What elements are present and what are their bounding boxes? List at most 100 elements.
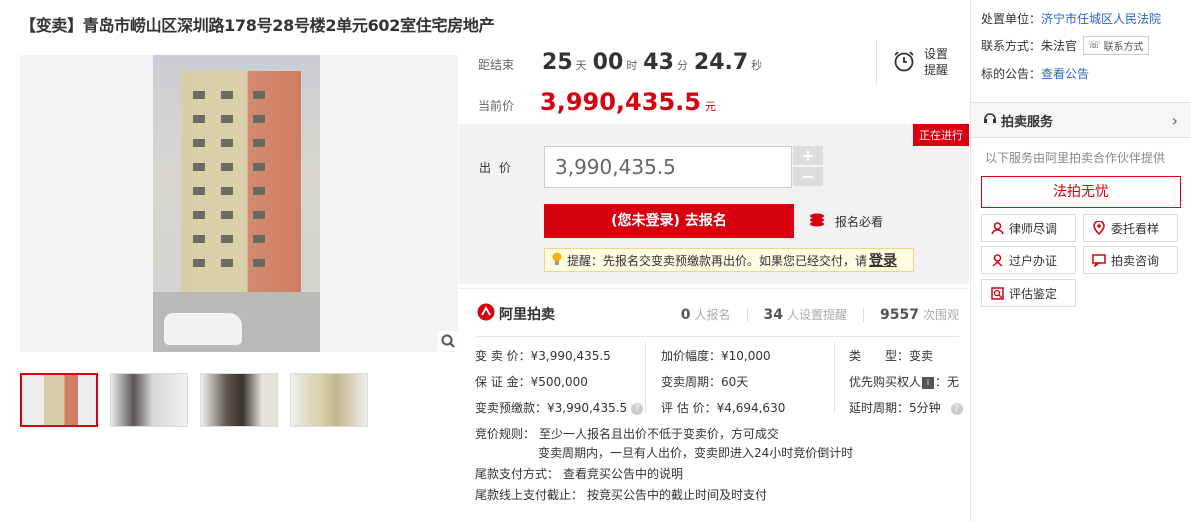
view-count-label: 次围观	[922, 308, 959, 322]
chevron-right-icon: ›	[1171, 110, 1178, 130]
help-icon[interactable]: ?	[950, 402, 963, 415]
countdown-seconds: 24.7	[693, 50, 749, 75]
priority-value: ：无	[935, 375, 960, 389]
brand-name: 阿里拍卖	[499, 307, 555, 323]
appraisal-icon	[990, 286, 1004, 300]
notice-link[interactable]: 查看公告	[1041, 65, 1089, 82]
page-title: 【变卖】青岛市崂山区深圳路178号28号楼2单元602室住宅房地产	[20, 16, 495, 35]
lightbulb-icon	[551, 252, 563, 269]
disposal-link[interactable]: 济宁市任城区人民法院	[1041, 10, 1161, 27]
info-box-icon: i	[922, 376, 935, 389]
increment: 加价幅度：¥10,000	[661, 349, 771, 363]
days-unit: 天	[575, 59, 587, 72]
current-price: 当前价 3,990,435.5 元	[478, 88, 716, 116]
contact-label: 联系方式：	[981, 39, 1042, 53]
countdown: 距结束 25 天 00 时 43 分 24.7 秒	[478, 50, 768, 75]
service-appraisal-label: 评估鉴定	[1009, 286, 1058, 301]
main-photo[interactable]	[20, 55, 458, 352]
reminder-label: 设置提醒	[924, 47, 949, 77]
service-viewing[interactable]: 委托看样	[1083, 214, 1178, 242]
login-link[interactable]: 登录	[869, 250, 897, 270]
seconds-unit: 秒	[751, 59, 763, 72]
status-badge: 正在进行	[913, 124, 969, 146]
alarm-clock-icon	[892, 49, 916, 76]
ali-auction-logo-icon	[477, 303, 495, 325]
tip-text: 提醒：先报名交变卖预缴款再出价。如果您已经交付，请	[567, 253, 868, 268]
countdown-minutes: 43	[643, 50, 674, 75]
thumbnail-1[interactable]	[20, 373, 98, 427]
service-lawyer[interactable]: 律师尽调	[981, 214, 1076, 242]
countdown-hours: 00	[592, 50, 624, 75]
signup-button[interactable]: (您未登录) 去报名	[544, 204, 794, 238]
prepay-text: 变卖预缴款：¥3,990,435.5	[475, 401, 628, 415]
stats: 0 人报名 34 人设置提醒 9557 次围观	[681, 306, 959, 323]
countdown-label: 距结束	[478, 58, 515, 72]
thumbnail-2[interactable]	[110, 373, 188, 427]
prepay: 变卖预缴款：¥3,990,435.5?	[475, 399, 644, 416]
service-header[interactable]: 拍卖服务 ›	[971, 102, 1191, 138]
chat-icon	[1092, 253, 1106, 267]
bid-panel: 正在进行 出价 + − (您未登录) 去报名 报名必看 提醒：先报名交变卖预缴款…	[459, 124, 969, 284]
help-icon[interactable]: ?	[631, 402, 644, 415]
period: 变卖周期：60天	[661, 375, 749, 389]
current-price-value: 3,990,435.5	[540, 88, 701, 116]
contact-tag-label: 联系方式	[1103, 42, 1144, 53]
reminder-count-label: 人设置提醒	[787, 308, 848, 322]
must-know-link[interactable]: 报名必看	[809, 212, 883, 231]
rules-line-2-row: 变卖周期内，一旦有人出价，变卖即进入24小时竞价倒计时	[475, 444, 853, 461]
building-image	[153, 55, 320, 352]
bid-label: 出价	[479, 161, 520, 175]
priority-label: 优先购买权人	[849, 375, 922, 389]
signup-count-label: 人报名	[694, 308, 731, 322]
disposal-unit: 处置单位： 济宁市任城区人民法院	[981, 10, 1161, 27]
tail-online-label: 尾款线上支付截止：	[475, 488, 584, 502]
thumbnail-4[interactable]	[290, 373, 368, 427]
service-appraisal[interactable]: 评估鉴定	[981, 279, 1076, 307]
service-title: 拍卖服务	[1001, 114, 1054, 130]
service-consult-label: 拍卖咨询	[1111, 253, 1160, 268]
countdown-days: 25	[542, 50, 573, 75]
set-reminder-button[interactable]: 设置提醒	[892, 46, 950, 78]
rules-line-1: 至少一人报名且出价不低于变卖价，方可成交	[539, 427, 780, 441]
service-consult[interactable]: 拍卖咨询	[1083, 246, 1178, 274]
decrease-bid-button[interactable]: −	[793, 167, 823, 186]
tail-online: 尾款线上支付截止： 按竞买公告中的截止时间及时支付	[475, 486, 767, 503]
rules: 竞价规则： 至少一人报名且出价不低于变卖价，方可成交	[475, 425, 779, 442]
fapai-wuyou-button[interactable]: 法拍无忧	[981, 176, 1181, 208]
type: 类 型：变卖	[849, 347, 933, 364]
disposal-label: 处置单位：	[981, 12, 1042, 26]
service-lawyer-label: 律师尽调	[1009, 221, 1058, 236]
zoom-icon[interactable]	[438, 331, 458, 351]
service-note: 以下服务由阿里拍卖合作伙伴提供	[985, 151, 1166, 165]
notice: 标的公告： 查看公告	[981, 65, 1089, 82]
contact: 联系方式： 朱法官 ☏ 联系方式	[981, 36, 1149, 55]
increase-bid-button[interactable]: +	[793, 146, 823, 165]
notice-label: 标的公告：	[981, 67, 1042, 81]
service-viewing-label: 委托看样	[1111, 221, 1160, 236]
login-tip: 提醒：先报名交变卖预缴款再出价。如果您已经交付，请 登录	[544, 248, 914, 272]
hours-unit: 时	[626, 59, 638, 72]
bid-input[interactable]	[544, 146, 792, 188]
contact-button[interactable]: ☏ 联系方式	[1083, 36, 1149, 55]
current-price-unit: 元	[704, 100, 716, 113]
rules-line-2: 变卖周期内，一旦有人出价，变卖即进入24小时竞价倒计时	[538, 446, 854, 460]
reminder-count: 34	[763, 307, 783, 323]
deposit: 保 证 金：¥500,000	[475, 375, 588, 389]
signup-count: 0	[680, 307, 691, 323]
transfer-icon	[990, 253, 1004, 267]
right-sidebar: 处置单位： 济宁市任城区人民法院 联系方式： 朱法官 ☏ 联系方式 标的公告： 查看公告…	[970, 0, 1191, 522]
tail-pay-label: 尾款支付方式：	[475, 467, 560, 481]
rules-label: 竞价规则：	[475, 427, 536, 441]
view-count: 9557	[880, 307, 919, 323]
service-transfer-label: 过户办证	[1009, 253, 1058, 268]
phone-icon: ☏	[1088, 40, 1101, 51]
contact-name: 朱法官	[1041, 39, 1078, 53]
sell-price: 变 卖 价：¥3,990,435.5	[475, 349, 611, 363]
thumbnail-3[interactable]	[200, 373, 278, 427]
delay-text: 延时周期：5分钟	[849, 401, 941, 415]
minutes-unit: 分	[676, 59, 688, 72]
tail-pay-value: 查看竞买公告中的说明	[563, 467, 684, 481]
current-price-label: 当前价	[478, 99, 515, 113]
service-transfer[interactable]: 过户办证	[981, 246, 1076, 274]
coins-icon	[809, 212, 827, 231]
